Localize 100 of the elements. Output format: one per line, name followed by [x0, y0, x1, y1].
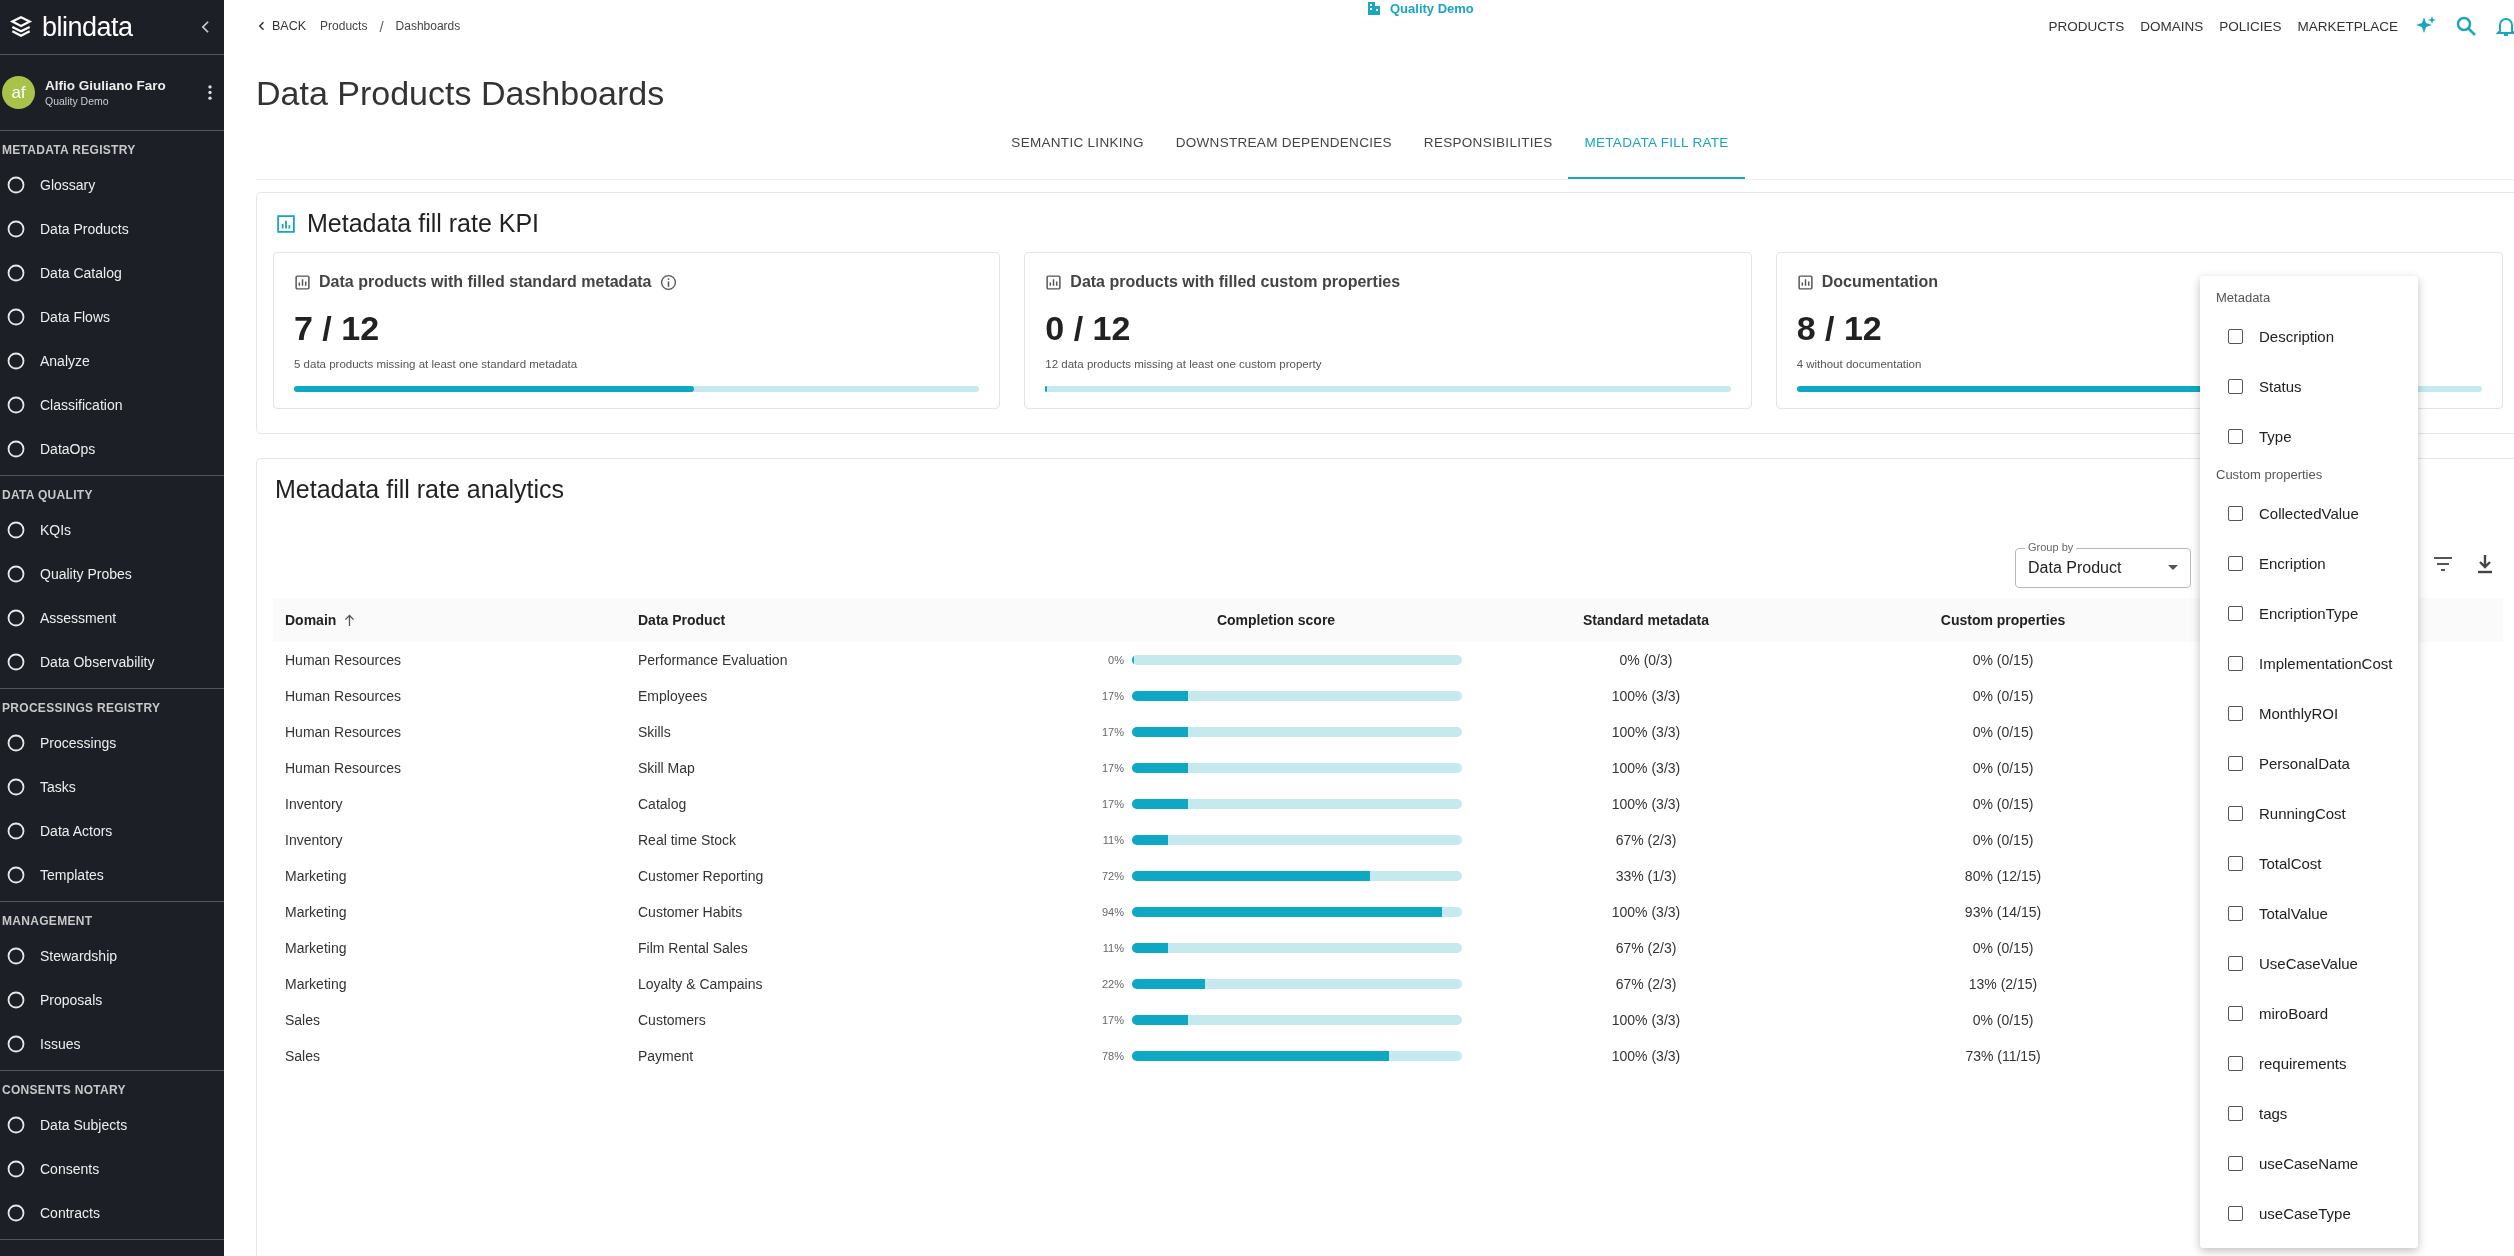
menu-item[interactable]: useCaseName: [2200, 1138, 2418, 1188]
kpi-caption: 4 without documentation: [1796, 358, 1922, 370]
menu-item[interactable]: UseCaseValue: [2200, 938, 2418, 988]
table-cell: 100% (3/3): [1611, 796, 1681, 812]
checkbox[interactable]: [2228, 1105, 2243, 1121]
kpi-value: 8 / 12: [1796, 309, 1882, 348]
table-cell: 0% (0/15): [1972, 940, 2034, 956]
sidebar-item[interactable]: Classification: [0, 383, 224, 427]
menu-item[interactable]: Status: [2200, 361, 2418, 411]
checkbox[interactable]: [2228, 505, 2243, 521]
table-cell: 93% (14/15): [1964, 904, 2042, 920]
circle-icon: [6, 1159, 26, 1179]
nav-link[interactable]: MARKETPLACE: [2297, 18, 2398, 34]
checkbox[interactable]: [2228, 1055, 2243, 1071]
sidebar-item[interactable]: KQIs: [0, 508, 224, 552]
sidebar-item[interactable]: Analyze: [0, 339, 224, 383]
kpi-card-title: Data products with filled standard metadata: [319, 273, 652, 291]
checkbox[interactable]: [2228, 805, 2243, 821]
sidebar-item[interactable]: Proposals: [0, 978, 224, 1022]
nav-link[interactable]: PRODUCTS: [2048, 18, 2125, 34]
column-header[interactable]: Standard metadata: [1582, 612, 1709, 628]
menu-item[interactable]: TotalValue: [2200, 888, 2418, 938]
circle-icon: [6, 733, 26, 753]
sidebar-item[interactable]: Stewardship: [0, 934, 224, 978]
table-cell: Film Rental Sales: [638, 940, 748, 956]
circle-icon: [6, 946, 26, 966]
column-header[interactable]: Data Product: [638, 612, 726, 628]
tab[interactable]: RESPONSIBILITIES: [1407, 113, 1569, 179]
sidebar-item[interactable]: Data Actors: [0, 809, 224, 853]
breadcrumb-link[interactable]: Dashboards: [395, 19, 461, 33]
checkbox[interactable]: [2228, 855, 2243, 871]
menu-item[interactable]: MonthlyROI: [2200, 688, 2418, 738]
sidebar-item[interactable]: Data Products: [0, 207, 224, 251]
menu-item[interactable]: Encription: [2200, 538, 2418, 588]
collapse-chevron-icon[interactable]: [201, 20, 210, 34]
menu-item[interactable]: requirements: [2200, 1038, 2418, 1088]
sidebar-item[interactable]: Processings: [0, 721, 224, 765]
back-button[interactable]: BACK: [256, 15, 309, 37]
sidebar-item[interactable]: Contracts: [0, 1191, 224, 1235]
menu-item[interactable]: ImplementationCost: [2200, 638, 2418, 688]
checkbox[interactable]: [2228, 705, 2243, 721]
circle-icon: [6, 1034, 26, 1054]
sidebar-item[interactable]: Data Catalog: [0, 251, 224, 295]
sidebar-item[interactable]: Data Observability: [0, 640, 224, 684]
table-cell: 0% (0/15): [1972, 760, 2034, 776]
menu-item[interactable]: PersonalData: [2200, 738, 2418, 788]
tab[interactable]: SEMANTIC LINKING: [995, 113, 1160, 179]
checkbox[interactable]: [2228, 905, 2243, 921]
table-cell: Performance Evaluation: [638, 652, 788, 668]
checkbox[interactable]: [2228, 1005, 2243, 1021]
sidebar-item[interactable]: Assessment: [0, 596, 224, 640]
column-header[interactable]: Custom properties: [1940, 612, 2066, 628]
kpi-caption: 12 data products missing at least one custom property: [1045, 358, 1322, 370]
menu-item[interactable]: EncriptionType: [2200, 588, 2418, 638]
table-cell: Human Resources: [285, 760, 401, 776]
checkbox[interactable]: [2228, 555, 2243, 571]
sort-arrow-icon[interactable]: [344, 614, 356, 627]
nav-link[interactable]: DOMAINS: [2140, 18, 2204, 34]
checkbox[interactable]: [2228, 605, 2243, 621]
sidebar-section-title: MANAGEMENT: [1, 913, 94, 930]
column-header[interactable]: Domain: [285, 612, 337, 628]
score-percent: 22%: [1100, 978, 1124, 990]
table-cell: Human Resources: [285, 724, 401, 740]
checkbox[interactable]: [2228, 428, 2243, 444]
search-icon[interactable]: [2454, 14, 2478, 38]
menu-item[interactable]: TotalCost: [2200, 838, 2418, 888]
info-icon[interactable]: [659, 273, 677, 291]
sidebar-item[interactable]: DataOps: [0, 427, 224, 471]
breadcrumb-link[interactable]: Products: [320, 19, 368, 33]
menu-item[interactable]: tags: [2200, 1088, 2418, 1138]
menu-item[interactable]: Type: [2200, 411, 2418, 461]
menu-item[interactable]: useCaseType: [2200, 1188, 2418, 1238]
checkbox[interactable]: [2228, 328, 2243, 344]
checkbox[interactable]: [2228, 1155, 2243, 1171]
menu-item[interactable]: RunningCost: [2200, 788, 2418, 838]
sidebar-item[interactable]: Templates: [0, 853, 224, 897]
sidebar-item[interactable]: Tasks: [0, 765, 224, 809]
checkbox[interactable]: [2228, 1205, 2243, 1221]
sidebar-item[interactable]: Data Flows: [0, 295, 224, 339]
sidebar-item[interactable]: Glossary: [0, 163, 224, 207]
sidebar-item[interactable]: Consents: [0, 1147, 224, 1191]
nav-link[interactable]: POLICIES: [2219, 18, 2282, 34]
table-cell: 0% (0/15): [1972, 796, 2034, 812]
circle-icon: [6, 564, 26, 584]
sidebar-item[interactable]: Data Subjects: [0, 1103, 224, 1147]
sidebar-item[interactable]: Quality Probes: [0, 552, 224, 596]
score-percent: 11%: [1101, 942, 1124, 954]
table-cell: Marketing: [285, 904, 347, 920]
checkbox[interactable]: [2228, 755, 2243, 771]
checkbox[interactable]: [2228, 378, 2243, 394]
checkbox[interactable]: [2228, 655, 2243, 671]
menu-item[interactable]: Description: [2200, 311, 2418, 361]
sidebar-item[interactable]: Issues: [0, 1022, 224, 1066]
checkbox[interactable]: [2228, 955, 2243, 971]
menu-item[interactable]: CollectedValue: [2200, 488, 2418, 538]
more-vertical-icon[interactable]: [208, 85, 212, 100]
tab[interactable]: DOWNSTREAM DEPENDENCIES: [1159, 113, 1408, 179]
column-header[interactable]: Completion score: [1216, 612, 1336, 628]
circle-icon: [6, 821, 26, 841]
menu-item[interactable]: miroBoard: [2200, 988, 2418, 1038]
